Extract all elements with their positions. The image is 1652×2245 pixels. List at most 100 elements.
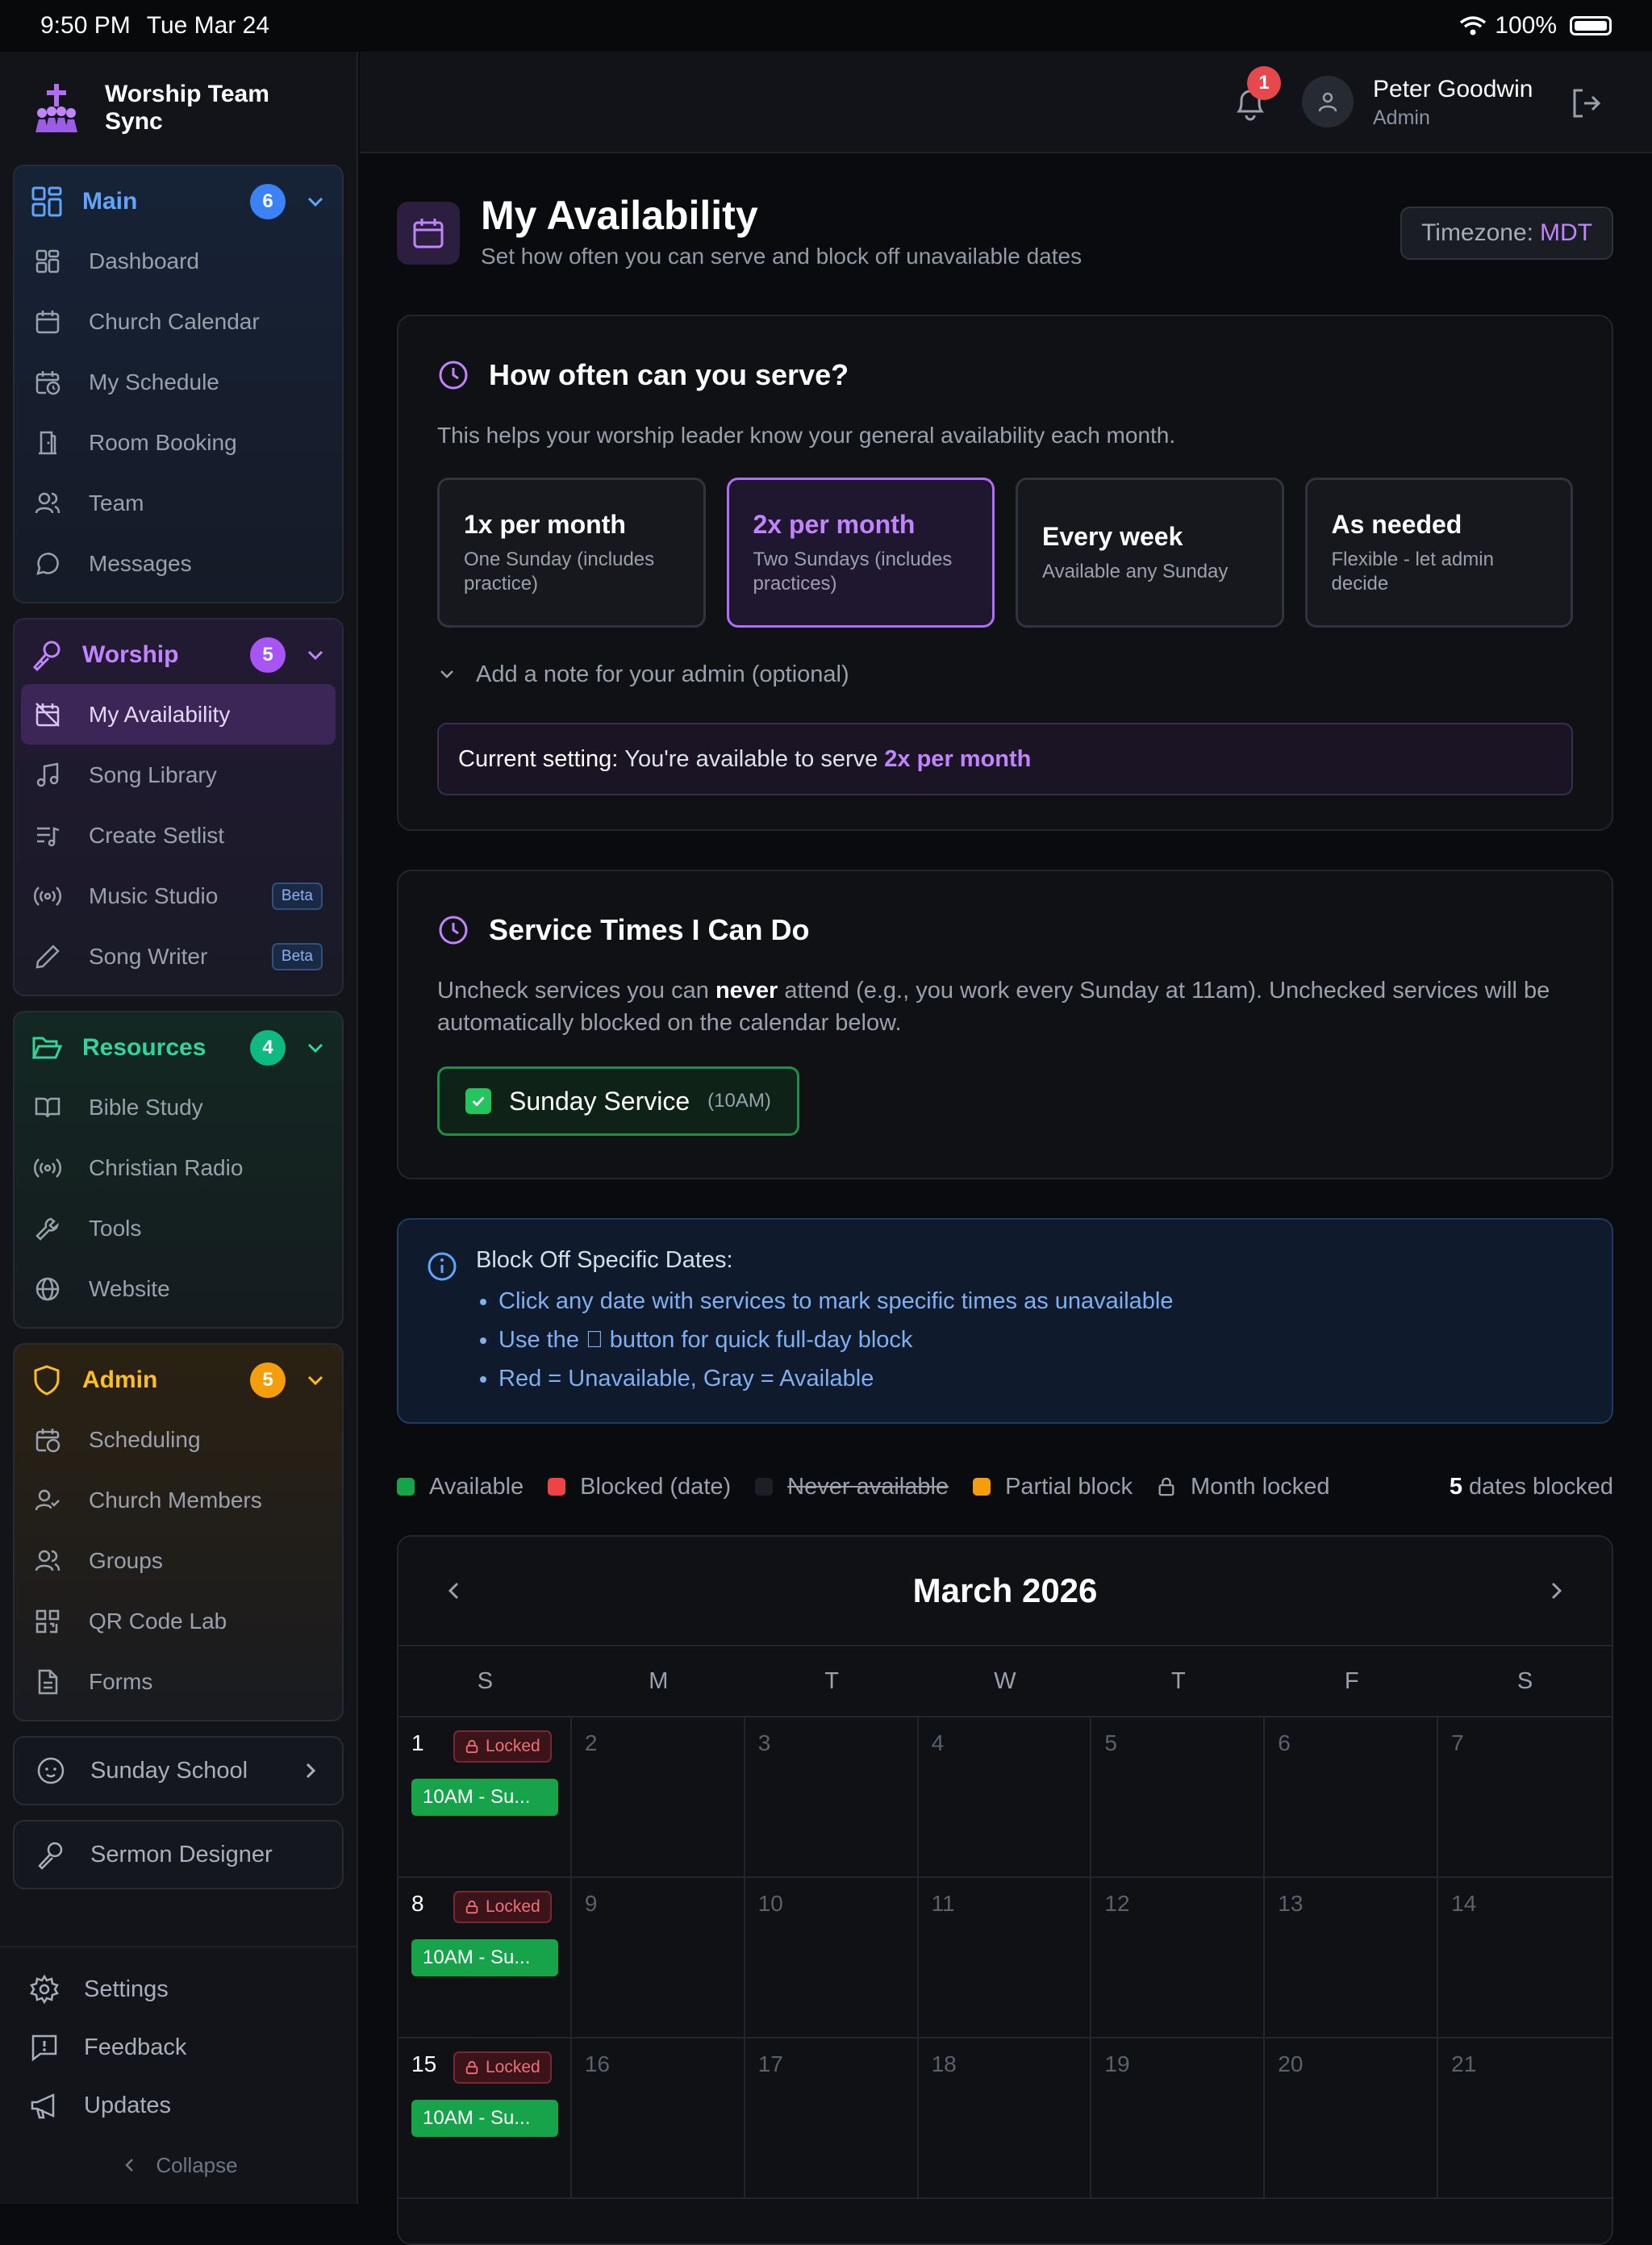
sidebar-item-church-calendar[interactable]: Church Calendar [21,291,336,352]
current-setting: Current setting: You're available to ser… [437,723,1573,795]
desc-bold: never [715,978,778,1004]
locked-badge: Locked [453,2051,552,2084]
timezone-badge[interactable]: Timezone: MDT [1400,207,1613,260]
calendar-day[interactable]: 21 [1438,2038,1612,2199]
sidebar-item-scheduling[interactable]: Scheduling [21,1409,336,1470]
weekday: F [1344,1667,1359,1694]
chevron-left-icon[interactable] [442,1579,466,1603]
user-check-icon [34,1487,61,1514]
service-checkbox-sunday[interactable]: Sunday Service (10AM) [437,1066,799,1136]
frequency-option-weekly[interactable]: Every week Available any Sunday [1016,478,1284,628]
sidebar-item-tools[interactable]: Tools [21,1198,336,1258]
calendar-day[interactable]: 14 [1438,1878,1612,2038]
calendar-day[interactable]: 15 Locked 10AM - Su... [398,2038,572,2199]
microphone-icon [35,1839,66,1870]
day-number: 11 [931,1891,955,1916]
legend-locked: Month locked [1157,1474,1330,1500]
sidebar-item-website[interactable]: Website [21,1258,336,1319]
beta-badge: Beta [271,942,323,970]
calendar-day[interactable]: 10 [745,1878,919,2038]
nav-section-main-header[interactable]: Main 6 [21,173,336,231]
book-open-icon [34,1094,61,1121]
status-time: 9:50 PM [40,12,131,39]
sidebar-item-qr-code-lab[interactable]: QR Code Lab [21,1591,336,1651]
calendar-clock-icon [34,369,61,396]
sidebar-item-sunday-school[interactable]: Sunday School [13,1736,344,1805]
nav-section-admin-header[interactable]: Admin 5 [21,1351,336,1409]
nav-section-resources-header[interactable]: Resources 4 [21,1019,336,1077]
sidebar-item-forms[interactable]: Forms [21,1651,336,1712]
chevron-right-icon[interactable] [1544,1579,1568,1603]
calendar-day[interactable]: 6 [1265,1717,1439,1878]
logout-icon[interactable] [1568,86,1604,121]
top-bar: 1 Peter Goodwin Admin [360,52,1652,153]
avatar[interactable] [1302,76,1354,127]
sidebar-item-groups[interactable]: Groups [21,1530,336,1591]
sidebar-item-church-members[interactable]: Church Members [21,1470,336,1530]
sidebar-item-song-writer[interactable]: Song Writer Beta [21,926,336,987]
sidebar-item-label: QR Code Lab [89,1608,227,1634]
calendar-day[interactable]: 13 [1265,1878,1439,2038]
sidebar-item-team[interactable]: Team [21,473,336,533]
day-number: 20 [1278,2051,1304,2076]
sidebar-item-music-studio[interactable]: Music Studio Beta [21,866,336,926]
calendar-day[interactable]: 3 [745,1717,919,1878]
calendar-day[interactable]: 4 [918,1717,1092,1878]
sidebar-item-room-booking[interactable]: Room Booking [21,412,336,473]
file-text-icon [34,1668,61,1696]
calendar-day[interactable]: 11 [918,1878,1092,2038]
legend-dot [755,1478,774,1496]
sidebar-item-feedback[interactable]: Feedback [0,2018,358,2076]
calendar-day[interactable]: 20 [1265,2038,1439,2199]
calendar-day[interactable]: 7 [1438,1717,1612,1878]
calendar-day[interactable]: 2 [571,1717,745,1878]
calendar-day[interactable]: 1 Locked 10AM - Su... [398,1717,572,1878]
sidebar-item-bible-study[interactable]: Bible Study [21,1077,336,1137]
day-number: 13 [1278,1891,1304,1916]
sidebar-item-dashboard[interactable]: Dashboard [21,231,336,291]
checkbox-checked-icon[interactable] [465,1088,491,1114]
nav-section-worship-header[interactable]: Worship 5 [21,626,336,684]
sidebar-item-my-availability[interactable]: My Availability [21,684,336,745]
collapse-button[interactable]: Collapse [0,2134,358,2196]
calendar-day[interactable]: 9 [571,1878,745,2038]
calendar-day[interactable]: 8 Locked 10AM - Su... [398,1878,572,2038]
admin-note-toggle[interactable]: Add a note for your admin (optional) [437,642,1573,707]
info-icon [426,1250,458,1283]
nav-section-admin: Admin 5 Scheduling Church Members Groups… [13,1343,344,1721]
calendar-day[interactable]: 19 [1091,2038,1266,2199]
chevron-left-icon [120,2155,140,2175]
sidebar-item-updates[interactable]: Updates [0,2076,358,2134]
sidebar-item-my-schedule[interactable]: My Schedule [21,352,336,412]
frequency-option-1x[interactable]: 1x per month One Sunday (includes practic… [437,478,706,628]
legend-partial: Partial block [973,1474,1133,1500]
timezone-value: MDT [1540,219,1592,246]
brand[interactable]: Worship Team Sync [0,52,357,165]
day-number: 17 [757,2051,783,2076]
calendar-day[interactable]: 18 [918,2038,1092,2199]
calendar-day[interactable]: 16 [571,2038,745,2199]
sidebar-item-settings[interactable]: Settings [0,1960,358,2018]
sidebar-item-sermon-designer[interactable]: Sermon Designer [13,1820,344,1889]
calendar-day[interactable]: 12 [1091,1878,1266,2038]
service-event[interactable]: 10AM - Su... [411,1779,558,1816]
sidebar-item-christian-radio[interactable]: Christian Radio [21,1137,336,1198]
clock-icon [437,359,469,391]
calendar-day[interactable]: 5 [1091,1717,1266,1878]
sidebar-item-song-library[interactable]: Song Library [21,745,336,805]
blocked-count-value: 5 [1449,1473,1462,1500]
service-event[interactable]: 10AM - Su... [411,1939,558,1976]
frequency-options: 1x per month One Sunday (includes practic… [437,478,1573,628]
calendar-day[interactable]: 17 [745,2038,919,2199]
notification-badge: 1 [1247,66,1281,100]
service-event[interactable]: 10AM - Su... [411,2100,558,2137]
door-icon [34,429,61,457]
sidebar-item-messages[interactable]: Messages [21,533,336,594]
sidebar-item-create-setlist[interactable]: Create Setlist [21,805,336,866]
frequency-option-as-needed[interactable]: As needed Flexible - let admin decide [1304,478,1573,628]
chevron-down-icon [305,1370,326,1391]
frequency-option-2x[interactable]: 2x per month Two Sundays (includes practi… [726,478,995,628]
day-number: 4 [931,1730,945,1755]
nav-section-main-title: Main [82,188,138,215]
frequency-description: This helps your worship leader know your… [437,423,1176,448]
